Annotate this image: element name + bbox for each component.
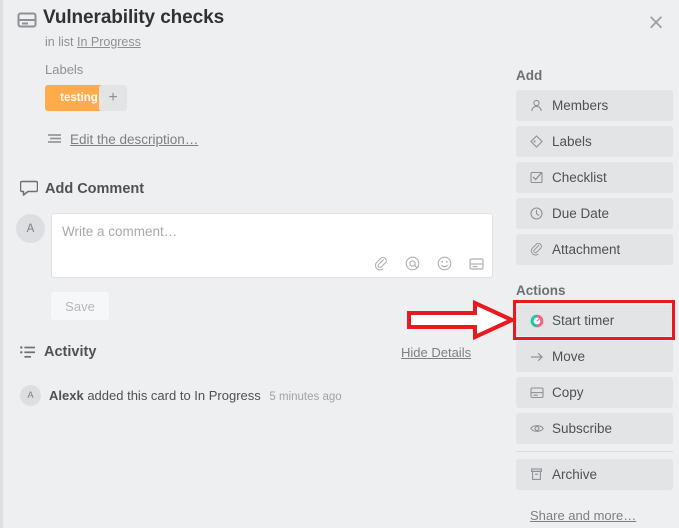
emoji-icon[interactable]: [437, 256, 452, 271]
sidebar-item-subscribe[interactable]: Subscribe: [516, 413, 673, 444]
save-button[interactable]: Save: [51, 292, 109, 320]
page-title: Vulnerability checks: [43, 7, 225, 28]
plus-icon: +: [108, 89, 118, 106]
sidebar-item-checklist[interactable]: Checklist: [516, 162, 673, 193]
label-tag-icon: [529, 134, 544, 149]
sidebar-item-label: Archive: [552, 467, 598, 482]
add-comment-label: Add Comment: [45, 180, 145, 197]
add-label-button[interactable]: +: [99, 85, 127, 111]
archive-box-icon: [529, 467, 544, 482]
activity-heading: Activity: [20, 344, 96, 360]
sidebar-item-labels[interactable]: Labels: [516, 126, 673, 157]
comment-input[interactable]: Write a comment…: [51, 213, 493, 278]
comment-placeholder: Write a comment…: [62, 224, 178, 239]
sidebar-item-label: Members: [552, 98, 609, 113]
activity-list-icon: [20, 345, 35, 358]
sidebar-item-label: Start timer: [552, 313, 615, 328]
activity-entry: A Alexk added this card to In Progress 5…: [20, 385, 342, 406]
sidebar-item-label: Attachment: [552, 242, 621, 257]
activity-action: added this card to In Progress: [87, 388, 261, 403]
add-section: Add Members Labels Checklist Due Date At…: [516, 68, 673, 270]
labels-heading: Labels: [45, 62, 84, 77]
sidebar-item-attachment[interactable]: Attachment: [516, 234, 673, 265]
sidebar-item-label: Copy: [552, 385, 584, 400]
activity-entry-text: Alexk added this card to In Progress 5 m…: [49, 388, 342, 403]
avatar: A: [16, 214, 45, 243]
paperclip-icon: [529, 242, 544, 257]
list-link[interactable]: In Progress: [77, 35, 141, 49]
sidebar-item-due-date[interactable]: Due Date: [516, 198, 673, 229]
sidebar-item-move[interactable]: Move: [516, 341, 673, 372]
activity-label: Activity: [44, 344, 97, 360]
sidebar-item-label: Move: [552, 349, 586, 364]
edit-description-label: Edit the description…: [70, 132, 199, 147]
close-icon: ×: [647, 9, 665, 34]
hide-details-link[interactable]: Hide Details: [401, 345, 471, 360]
checklist-icon: [529, 170, 544, 185]
sidebar-divider: [516, 451, 673, 452]
attachment-icon[interactable]: [374, 256, 388, 271]
sidebar-item-archive[interactable]: Archive: [516, 459, 673, 490]
actions-section: Actions Start timer Move Copy Subscribe …: [516, 283, 673, 523]
eye-icon: [529, 421, 544, 436]
arrow-right-icon: [529, 349, 544, 364]
edit-description-button[interactable]: Edit the description…: [48, 132, 198, 147]
description-lines-icon: [48, 134, 61, 143]
activity-timestamp: 5 minutes ago: [269, 391, 342, 403]
card-main-column: Vulnerability checks in list In Progress…: [3, 0, 508, 528]
activity-user: Alexk: [49, 388, 84, 403]
add-comment-heading: Add Comment: [20, 180, 144, 197]
mention-icon[interactable]: [405, 256, 420, 271]
share-and-more-link[interactable]: Share and more…: [530, 508, 636, 523]
actions-section-heading: Actions: [516, 283, 566, 298]
timer-icon: [529, 313, 544, 328]
clock-icon: [529, 206, 544, 221]
comment-bubble-icon: [20, 180, 38, 196]
card-icon[interactable]: [469, 257, 484, 271]
save-button-label: Save: [65, 298, 95, 314]
card-icon: [17, 12, 37, 28]
sidebar-item-members[interactable]: Members: [516, 90, 673, 121]
comment-toolbar: [374, 256, 484, 271]
in-list-breadcrumb: in list In Progress: [45, 35, 141, 49]
sidebar-item-copy[interactable]: Copy: [516, 377, 673, 408]
avatar-initial: A: [26, 222, 35, 235]
avatar-initial: A: [27, 390, 34, 401]
add-section-heading: Add: [516, 68, 543, 83]
sidebar-item-start-timer[interactable]: Start timer: [516, 305, 673, 336]
sidebar-item-label: Subscribe: [552, 421, 613, 436]
sidebar-item-label: Due Date: [552, 206, 610, 221]
avatar: A: [20, 385, 41, 406]
member-icon: [529, 98, 544, 113]
sidebar-item-label: Labels: [552, 134, 592, 149]
in-list-prefix: in list: [45, 35, 74, 49]
card-detail-panel: × Vulnerability checks in list In Progre…: [0, 0, 679, 528]
close-button[interactable]: ×: [641, 7, 671, 37]
copy-card-icon: [529, 385, 544, 400]
sidebar-item-label: Checklist: [552, 170, 607, 185]
card-title-row: Vulnerability checks: [17, 6, 224, 30]
